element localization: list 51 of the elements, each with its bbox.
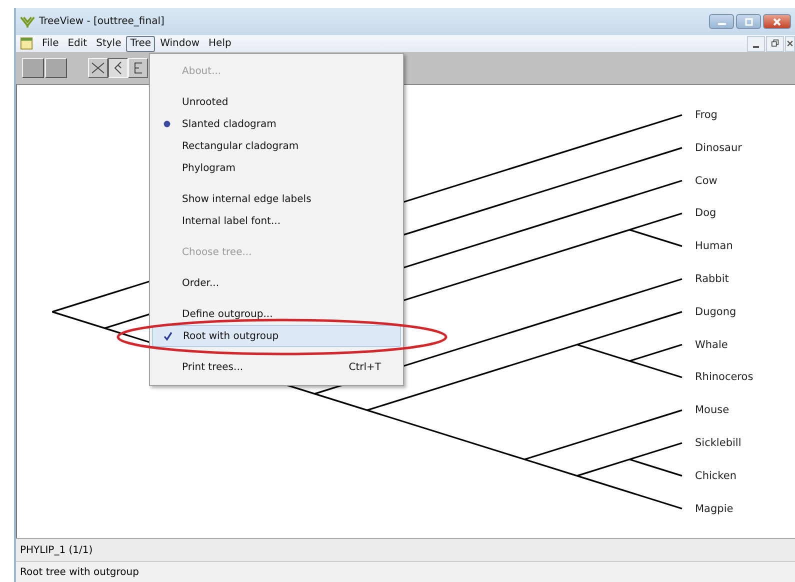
menu-option[interactable]: Define outgroup... bbox=[152, 303, 401, 325]
menu-option[interactable]: Internal label font... bbox=[152, 210, 401, 232]
rectangular-tree-icon[interactable] bbox=[128, 58, 148, 78]
menu-option[interactable]: Print trees... Ctrl+T bbox=[152, 356, 401, 378]
maximize-button[interactable] bbox=[736, 14, 761, 29]
document-icon bbox=[20, 37, 33, 50]
restore-icon bbox=[770, 39, 780, 48]
leaf-label: Sicklebill bbox=[695, 436, 742, 451]
close-button[interactable] bbox=[785, 36, 795, 52]
close-icon bbox=[772, 16, 782, 26]
leaf-label: Mouse bbox=[695, 403, 730, 418]
menu-item[interactable]: Tree bbox=[126, 36, 156, 52]
leaf-label: Whale bbox=[695, 338, 728, 353]
maximize-icon bbox=[744, 16, 754, 26]
menu-item[interactable]: Window bbox=[156, 36, 204, 52]
tree-icon bbox=[20, 16, 35, 28]
minimize-icon bbox=[753, 46, 759, 48]
leaf-label: Dog bbox=[695, 206, 716, 222]
menu-option[interactable]: Order... bbox=[152, 272, 401, 294]
leaf-label: Chicken bbox=[695, 468, 736, 484]
menu-option[interactable]: Show internal edge labels bbox=[152, 188, 401, 210]
menu-option[interactable]: Unrooted bbox=[152, 91, 401, 113]
menu-option[interactable]: Root with outgroup bbox=[152, 325, 401, 347]
leaf-label: Frog bbox=[695, 108, 718, 123]
toolbar-button[interactable] bbox=[22, 58, 44, 78]
leaf-label: Human bbox=[695, 239, 733, 254]
unrooted-tree-icon[interactable] bbox=[88, 58, 108, 78]
restore-button[interactable] bbox=[766, 36, 784, 52]
window-title: TreeView - [outtree_final] bbox=[39, 16, 164, 27]
menu-item[interactable]: Help bbox=[204, 36, 236, 52]
menu-item[interactable]: Style bbox=[92, 36, 126, 52]
toolbar-button[interactable] bbox=[45, 58, 67, 78]
menu-option[interactable]: Phylogram bbox=[152, 157, 401, 179]
minimize-button[interactable] bbox=[747, 36, 765, 52]
minimize-button[interactable] bbox=[709, 14, 734, 29]
menu-item[interactable]: Edit bbox=[64, 36, 92, 52]
leaf-label: Rabbit bbox=[695, 272, 729, 287]
slanted-tree-icon[interactable] bbox=[108, 58, 128, 78]
status-text: Root tree with outgroup bbox=[20, 566, 139, 578]
menu-option[interactable]: Slanted cladogram bbox=[152, 113, 401, 135]
leaf-label: Rhinoceros bbox=[695, 370, 754, 386]
leaf-label: Dugong bbox=[695, 304, 736, 320]
leaf-label: Cow bbox=[695, 174, 718, 189]
minimize-icon bbox=[718, 23, 726, 25]
menu-item[interactable]: File bbox=[38, 36, 63, 52]
tree-name: PHYLIP_1 (1/1) bbox=[20, 544, 93, 556]
leaf-label: Dinosaur bbox=[695, 140, 742, 156]
close-icon bbox=[786, 39, 794, 48]
menu-option[interactable]: Rectangular cladogram bbox=[152, 135, 401, 157]
leaf-label: Magpie bbox=[695, 502, 734, 517]
close-button[interactable] bbox=[763, 14, 791, 29]
